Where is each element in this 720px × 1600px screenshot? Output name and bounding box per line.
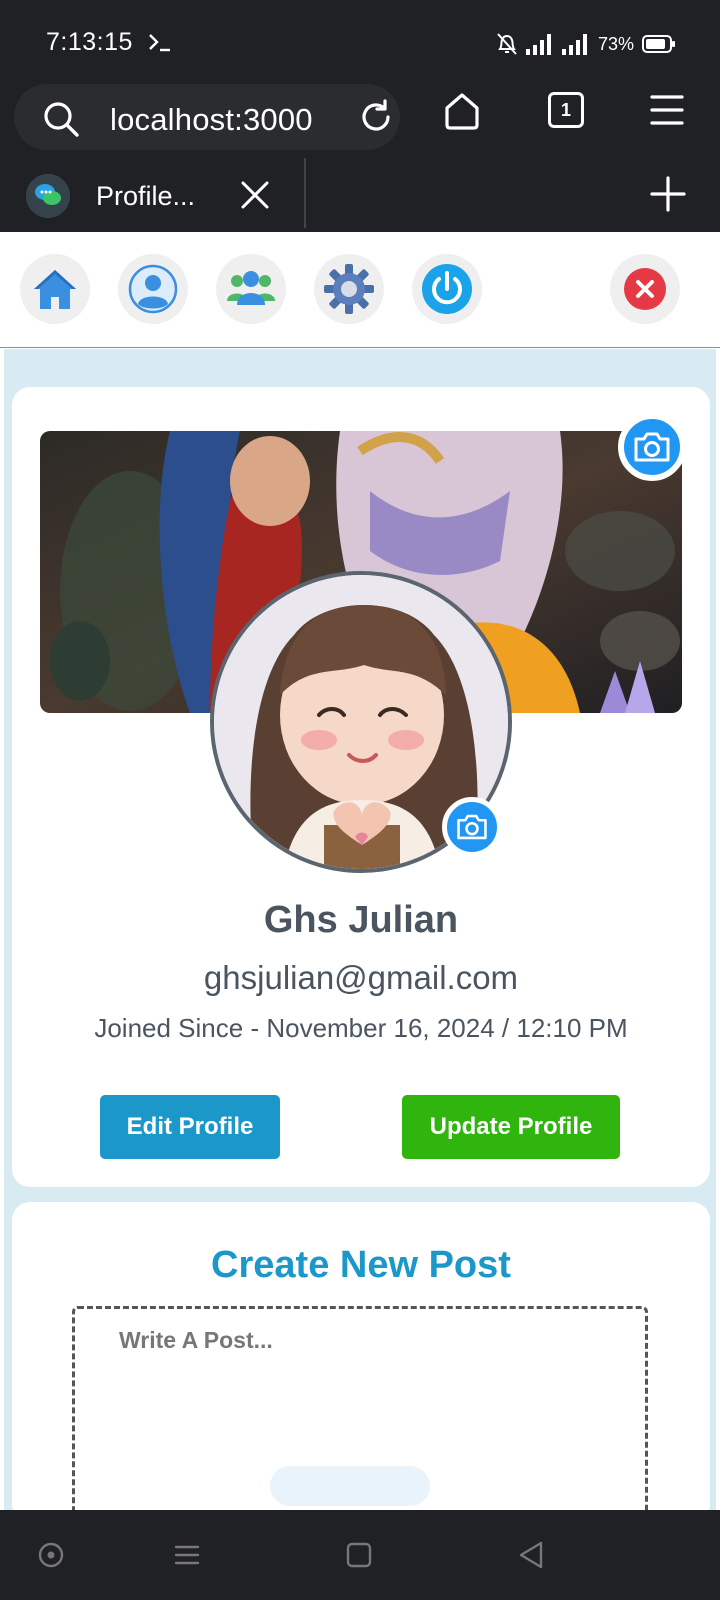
battery-icon <box>642 35 675 53</box>
tab-strip: Profile... <box>0 158 720 232</box>
nav-logout-button[interactable] <box>412 254 482 324</box>
nav-settings-button[interactable] <box>314 254 384 324</box>
nav-profile-button[interactable] <box>118 254 188 324</box>
assistant-icon[interactable] <box>36 1540 66 1570</box>
user-icon <box>128 264 178 314</box>
home-icon <box>34 270 76 309</box>
profile-email: ghsjulian@gmail.com <box>203 959 519 996</box>
web-page: Ghs Julian ghsjulian@gmail.com Joined Si… <box>0 232 720 1510</box>
system-nav-bar <box>0 1510 720 1600</box>
tab-close-icon[interactable] <box>240 180 270 210</box>
home-icon[interactable] <box>444 92 480 130</box>
address-bar[interactable]: localhost:3000 <box>14 84 400 150</box>
signal-icon-2 <box>561 34 587 55</box>
reload-icon[interactable] <box>358 99 394 135</box>
bell-muted-icon <box>497 33 517 55</box>
browser-toolbar: localhost:3000 1 <box>0 78 720 158</box>
nav-home-button[interactable] <box>20 254 90 324</box>
profile-card: Ghs Julian ghsjulian@gmail.com Joined Si… <box>12 387 710 1187</box>
tab-divider <box>304 158 306 228</box>
group-icon <box>227 271 275 305</box>
create-post-card: Create New Post Write A Post... <box>12 1202 710 1510</box>
edit-profile-button[interactable]: Edit Profile <box>100 1095 280 1159</box>
status-bar: 7:13:15 73% <box>0 0 720 78</box>
camera-icon <box>457 814 487 840</box>
signal-icon <box>525 34 551 55</box>
url-text[interactable]: localhost:3000 <box>110 102 313 138</box>
post-placeholder: Write A Post... <box>119 1327 273 1353</box>
power-icon <box>422 264 472 314</box>
search-icon[interactable] <box>42 100 80 138</box>
status-icons: 73% <box>496 30 676 58</box>
update-profile-button[interactable]: Update Profile <box>402 1095 620 1159</box>
camera-icon <box>634 432 670 462</box>
back-icon[interactable] <box>516 1540 546 1570</box>
new-tab-icon[interactable] <box>650 176 686 212</box>
tabs-count-button[interactable]: 1 <box>548 92 584 128</box>
app-nav <box>0 232 720 348</box>
cover-camera-button[interactable] <box>618 413 686 481</box>
terminal-icon <box>149 34 170 52</box>
profile-name: Ghs Julian <box>263 899 459 941</box>
gear-icon <box>324 264 374 314</box>
menu-icon[interactable] <box>650 94 684 126</box>
recents-menu-icon[interactable] <box>172 1540 202 1570</box>
post-submit-button[interactable] <box>270 1466 430 1506</box>
battery-percent: 73% <box>597 33 634 54</box>
profile-joined-date: Joined Since - November 16, 2024 / 12:10… <box>94 1013 628 1043</box>
home-square-icon[interactable] <box>344 1540 374 1570</box>
tab-favicon-icon <box>26 174 70 218</box>
close-icon <box>624 268 666 310</box>
tab-title[interactable]: Profile... <box>96 181 195 212</box>
nav-friends-button[interactable] <box>216 254 286 324</box>
status-time: 7:13:15 <box>46 28 133 56</box>
create-post-title: Create New Post <box>211 1244 511 1286</box>
close-button[interactable] <box>610 254 680 324</box>
avatar-camera-button[interactable] <box>442 797 502 857</box>
